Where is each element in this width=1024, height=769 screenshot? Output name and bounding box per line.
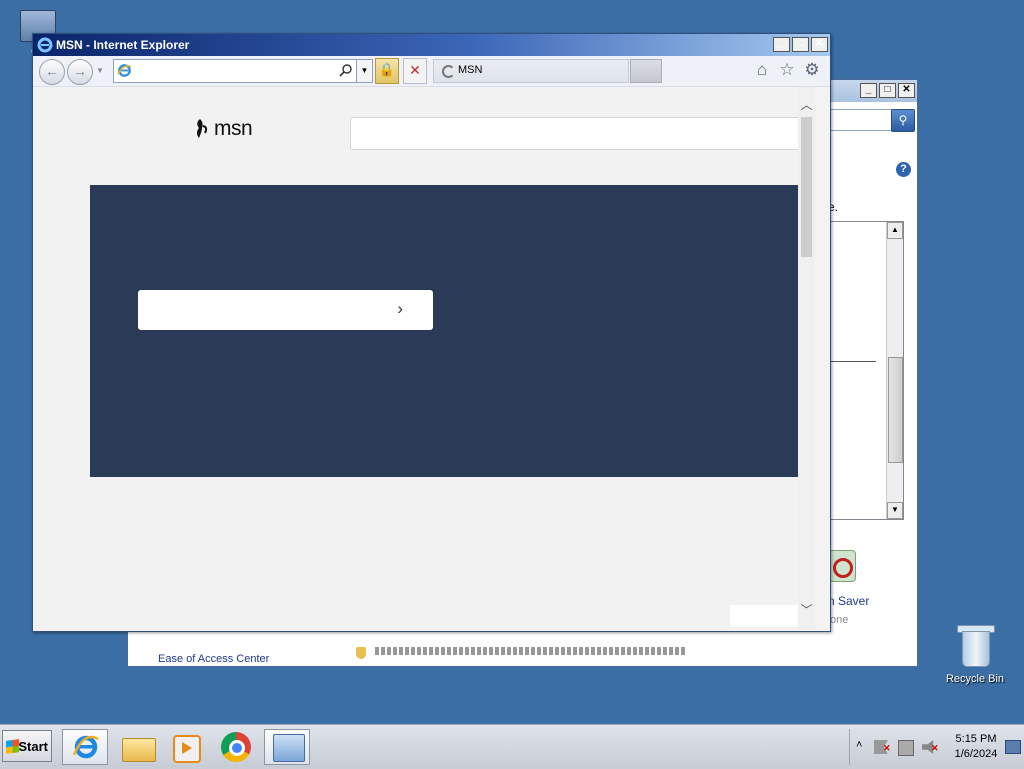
msn-logo[interactable]: msn (194, 117, 253, 141)
show-desktop-button[interactable] (1005, 740, 1021, 754)
ie-navigation-bar: ← → ▼ ▼ 🔒 ✕ MSN × ⌂ ☆ ⚙ (33, 56, 830, 87)
ie-logo-icon (37, 37, 53, 53)
scroll-up-icon[interactable]: ︿ (798, 97, 815, 113)
recent-pages-dropdown-icon[interactable]: ▼ (96, 66, 104, 75)
tab-title: MSN (458, 64, 483, 76)
taskbar-control-panel[interactable] (264, 729, 310, 765)
hero-action-button[interactable]: › (138, 290, 433, 330)
taskbar: Start ˄ ✕ ✕ 5:15 PM 1/6/2024 (0, 724, 1024, 769)
help-icon[interactable]: ? (896, 162, 911, 177)
clock[interactable]: 5:15 PM 1/6/2024 (946, 732, 1006, 762)
screen-saver-status: one (830, 614, 849, 626)
page-scroll-thumb[interactable] (801, 117, 812, 257)
start-button[interactable]: Start (2, 730, 52, 762)
address-dropdown-icon[interactable]: ▼ (356, 59, 373, 83)
msn-logo-text: msn (214, 117, 253, 140)
ie-page-icon (117, 64, 132, 77)
start-label: Start (18, 739, 48, 754)
recycle-bin-desktop-icon[interactable]: Recycle Bin (942, 625, 1008, 685)
clock-time: 5:15 PM (955, 733, 997, 745)
cp-close-button[interactable]: ✕ (898, 83, 915, 98)
scroll-down-icon[interactable]: ▼ (887, 502, 903, 519)
recycle-bin-icon (957, 625, 995, 667)
tab-msn[interactable]: MSN × (433, 59, 640, 83)
page-scrollbar[interactable]: ︿ ﹀ (798, 87, 815, 630)
cp-scroll-thumb[interactable] (888, 357, 903, 463)
back-button[interactable]: ← (39, 59, 65, 85)
internet-explorer-window[interactable]: MSN - Internet Explorer _ □ ✕ ← → ▼ ▼ 🔒 … (32, 33, 831, 632)
volume-muted-icon: ✕ (931, 743, 939, 753)
taskbar-chrome[interactable] (212, 729, 258, 765)
address-bar[interactable] (113, 59, 361, 83)
stop-button[interactable]: ✕ (403, 58, 427, 84)
page-viewport: msn › ︿ ﹀ (34, 87, 815, 630)
forward-button[interactable]: → (67, 59, 93, 85)
media-player-icon (173, 735, 201, 763)
show-hidden-icons-icon[interactable]: ˄ (856, 739, 862, 751)
forward-arrow-icon: → (73, 63, 87, 79)
cp-minimize-button[interactable]: _ (860, 83, 877, 98)
address-search-icon[interactable] (339, 63, 353, 77)
recycle-bin-label: Recycle Bin (945, 673, 1005, 685)
clock-date: 1/6/2024 (954, 748, 998, 760)
cp-search-input[interactable] (828, 109, 900, 131)
cp-search-icon[interactable]: ⚲ (891, 109, 915, 132)
window-title: MSN - Internet Explorer (56, 38, 190, 52)
stop-x-icon: ✕ (409, 62, 421, 78)
maximize-button[interactable]: □ (792, 37, 809, 52)
screen-saver-link[interactable]: n Saver (828, 594, 869, 608)
chevron-right-icon: › (397, 299, 403, 318)
chrome-icon (221, 732, 251, 762)
gear-icon[interactable]: ⚙ (803, 61, 821, 79)
lock-icon[interactable]: 🔒 (375, 58, 399, 84)
hero-banner: › (90, 185, 812, 477)
taskbar-file-explorer[interactable] (114, 729, 160, 765)
cp-divider (828, 361, 876, 362)
address-input[interactable] (135, 62, 319, 80)
msn-butterfly-icon (197, 119, 208, 138)
home-icon[interactable]: ⌂ (753, 61, 771, 79)
cp-maximize-button[interactable]: □ (879, 83, 896, 98)
ease-of-access-link[interactable]: Ease of Access Center (158, 653, 269, 665)
taskbar-media-player[interactable] (162, 729, 208, 765)
back-arrow-icon: ← (45, 63, 59, 79)
windows-logo-icon (6, 739, 19, 754)
loading-spinner-icon (442, 65, 455, 78)
minimize-button[interactable]: _ (773, 37, 790, 52)
internet-explorer-icon (72, 735, 99, 759)
cp-truncated-link[interactable] (375, 647, 685, 655)
ie-titlebar[interactable]: MSN - Internet Explorer _ □ ✕ (33, 34, 830, 56)
taskbar-internet-explorer[interactable] (62, 729, 108, 765)
msn-search-input[interactable] (350, 117, 814, 150)
network-icon[interactable] (898, 740, 914, 756)
flag-error-icon: ✕ (883, 743, 891, 753)
system-tray: ˄ ✕ ✕ 5:15 PM 1/6/2024 (849, 729, 1024, 765)
shield-icon (356, 647, 366, 659)
control-panel-icon (273, 734, 305, 762)
cp-list-scrollbar[interactable]: ▲ ▼ (886, 222, 903, 519)
scroll-down-icon[interactable]: ﹀ (798, 602, 815, 618)
screen-saver-icon[interactable] (828, 550, 856, 582)
scroll-up-icon[interactable]: ▲ (887, 222, 903, 239)
favorites-star-icon[interactable]: ☆ (778, 61, 796, 79)
new-tab-button[interactable] (630, 59, 662, 83)
close-button[interactable]: ✕ (811, 37, 828, 52)
folder-icon (122, 738, 156, 762)
